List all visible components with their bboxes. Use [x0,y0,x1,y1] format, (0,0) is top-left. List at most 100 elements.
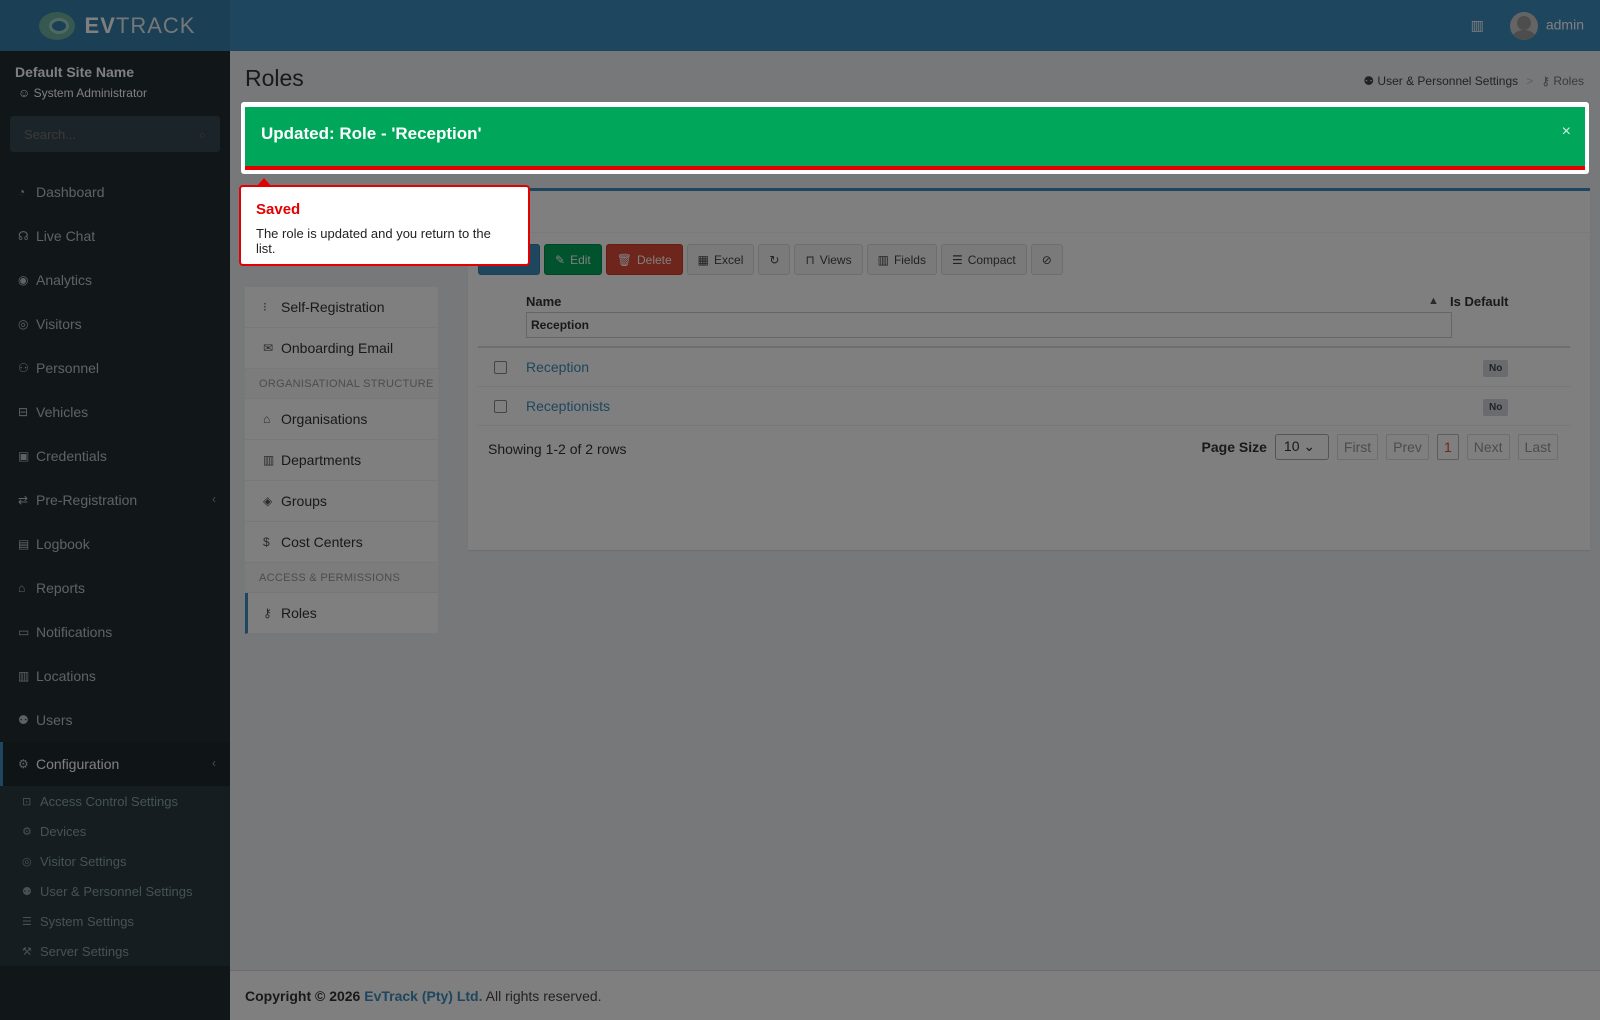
book-icon: ▤ [18,537,30,551]
clear-filter-button[interactable]: ⊘ [1030,244,1063,275]
server-icon: ⚒ [22,945,32,958]
sidebar-subitem-devices[interactable]: ⚙ Devices [0,816,230,846]
chart-icon: ⌂ [18,581,26,595]
sidebar-subitem-user-personnel[interactable]: ⚉ User & Personnel Settings [0,876,230,906]
envelope-icon: ✉ [263,341,274,355]
key-icon: ⚷ [1541,74,1554,88]
sidebar-item-logbook[interactable]: ▤ Logbook [0,522,230,566]
search-input[interactable] [10,116,220,152]
row-checkbox[interactable] [494,400,507,413]
row-checkbox[interactable] [494,361,507,374]
refresh-icon: ↻ [769,252,780,267]
pencil-icon: ✎ [555,252,566,267]
tooltip-title: Saved [256,201,301,218]
delete-button[interactable]: 🗑 Delete [605,244,683,275]
compact-button[interactable]: ☰ Compact [940,244,1027,275]
sidebar-item-visitors[interactable]: ◎ Visitors [0,302,230,346]
subnav-roles[interactable]: ⚷ Roles [245,593,438,634]
cog-icon: ⚙ [22,825,32,838]
sidebar-item-credentials[interactable]: ▣ Credentials [0,434,230,478]
subnav-header-access: ACCESS & PERMISSIONS [245,563,438,593]
subnav-cost-centers[interactable]: $ Cost Centers [245,522,438,563]
search-icon[interactable]: ⌕ [199,127,206,143]
sidebar-subitem-server-settings[interactable]: ⚒ Server Settings [0,936,230,966]
company-link[interactable]: EvTrack (Pty) Ltd. [364,988,482,1004]
prev-page-button[interactable]: Prev [1386,434,1429,460]
sidebar-item-live-chat[interactable]: ☊ Live Chat [0,214,230,258]
top-header: EVTRACK ▥ admin [0,0,1600,51]
car-icon: ⊟ [18,405,29,419]
excel-button[interactable]: ▦ Excel [686,244,755,275]
sidebar-item-analytics[interactable]: ◉ Analytics [0,258,230,302]
column-header-name[interactable]: Name [526,294,561,309]
user-menu[interactable]: admin [1509,11,1584,40]
table-row: Receptionists No [478,387,1570,426]
sidebar-item-pre-registration[interactable]: ⇄ Pre-Registration ‹ [0,478,230,522]
eye-icon: ◎ [18,317,29,331]
eye-icon: ◎ [22,855,32,868]
logo-text-thin: TRACK [115,12,196,38]
configuration-submenu: ⊡ Access Control Settings ⚙ Devices ◎ Visit… [0,786,230,966]
chat-icon: ▭ [18,625,30,639]
sidebar: Default Site Name ☺ System Administrator… [0,51,230,1020]
subnav-groups[interactable]: ◈ Groups [245,481,438,522]
name-filter-input[interactable] [526,312,1452,338]
sidebar-item-dashboard[interactable]: ◔ Dashboard [0,170,230,214]
is-default-badge: No [1483,360,1509,377]
sidebar-subitem-access-control[interactable]: ⊡ Access Control Settings [0,786,230,816]
sidebar-subitem-system-settings[interactable]: ☰ System Settings [0,906,230,936]
close-icon[interactable]: × [1562,123,1571,141]
site-name: Default Site Name [15,64,135,80]
dashboard-icon: ◔ [18,185,26,199]
role-link[interactable]: Reception [526,359,589,375]
building-icon[interactable]: ▥ [1471,17,1484,34]
sidebar-item-notifications[interactable]: ▭ Notifications [0,610,230,654]
sidebar-subitem-visitor-settings[interactable]: ◎ Visitor Settings [0,846,230,876]
headset-icon: ☊ [18,229,29,243]
sidebar-item-users[interactable]: ⚉ Users [0,698,230,742]
current-page-button[interactable]: 1 [1436,434,1459,460]
page-size-select[interactable]: 10 ⌄ [1274,434,1329,460]
last-page-button[interactable]: Last [1517,434,1558,460]
filter-clear-icon: ⊘ [1041,252,1052,267]
next-page-button[interactable]: Next [1466,434,1510,460]
sidebar-item-configuration[interactable]: ⚙ Configuration ‹ [0,742,230,786]
subnav-onboarding-email[interactable]: ✉ Onboarding Email [245,328,438,369]
sidebar-item-locations[interactable]: ▥ Locations [0,654,230,698]
user-icon: ☺ [18,86,34,100]
copyright-text: Copyright © 2026 [245,988,361,1004]
logo-text-bold: EV [84,12,116,38]
role-link[interactable]: Receptionists [526,398,610,414]
logo[interactable]: EVTRACK [0,0,230,51]
sidebar-item-personnel[interactable]: ⚇ Personnel [0,346,230,390]
sidebar-item-reports[interactable]: ⌂ Reports [0,566,230,610]
page-footer: Copyright © 2026 EvTrack (Pty) Ltd. All … [230,970,1600,1020]
pager: Page Size 10 ⌄ First Prev 1 Next Last [1202,434,1558,460]
subnav-departments[interactable]: ▥ Departments [245,440,438,481]
column-header-is-default[interactable]: Is Default [1450,294,1509,309]
subnav-organisations[interactable]: ⌂ Organisations [245,399,438,440]
page-title: Roles [245,65,304,91]
subnav-self-registration[interactable]: ⁝ Self-Registration [245,287,438,328]
is-default-badge: No [1483,399,1509,416]
id-card-icon: ▣ [18,449,30,463]
first-page-button[interactable]: First [1336,434,1379,460]
sidebar-item-vehicles[interactable]: ⊟ Vehicles [0,390,230,434]
target-icon: ◉ [18,273,29,287]
refresh-button[interactable]: ↻ [758,244,791,275]
fields-button[interactable]: ▥ Fields [866,244,937,275]
chevron-left-icon: ‹ [212,492,216,506]
table-icon: ▦ [697,252,710,267]
row-count: Showing 1-2 of 2 rows [488,441,627,457]
avatar [1509,11,1538,40]
sort-asc-icon[interactable]: ▲ [1428,295,1439,307]
chevron-left-icon: ‹ [212,756,216,770]
edit-button[interactable]: ✎ Edit [544,244,602,275]
breadcrumb-item[interactable]: ⚉ User & Personnel Settings [1363,74,1518,88]
grid-header: Name ▲ Is Default [478,291,1570,348]
users-icon: ⚇ [18,361,29,375]
building-icon: ▥ [263,453,275,467]
views-button[interactable]: ⊓ Views [794,244,863,275]
table-row: Reception No [478,348,1570,387]
columns-icon: ▥ [877,252,889,267]
